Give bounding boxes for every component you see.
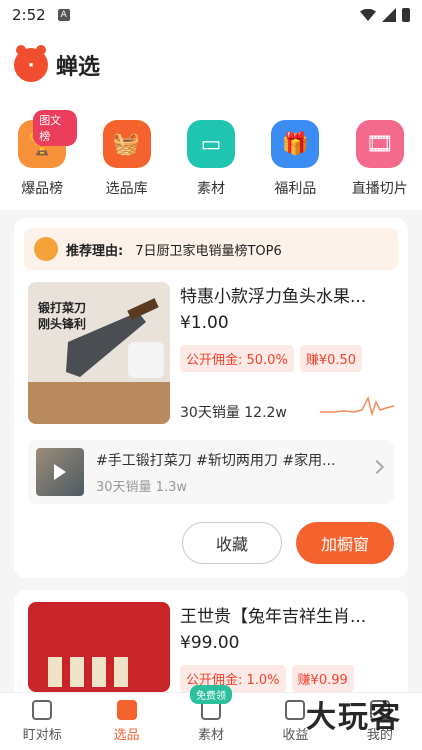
video-info: #手工锻打菜刀 #斩切两用刀 #家用... 30天销量 1.3w: [96, 450, 335, 495]
earn-tag: 赚¥0.50: [299, 345, 363, 372]
free-badge: 免费领: [190, 685, 233, 704]
video-material-row[interactable]: #手工锻打菜刀 #斩切两用刀 #家用... 30天销量 1.3w: [28, 440, 394, 504]
product-price: ¥99.00: [180, 633, 240, 653]
play-icon: [54, 464, 66, 480]
nav-label: 收益: [282, 728, 309, 743]
chevron-right-icon: [369, 459, 385, 475]
earn-tag: 赚¥0.99: [291, 665, 354, 692]
status-icons: [360, 8, 410, 22]
nav-label: 素材: [198, 728, 225, 743]
category-label: 直播切片: [351, 181, 408, 197]
video-thumbnail: [36, 448, 84, 496]
category-badge: 图文榜: [33, 110, 78, 146]
add-to-showcase-button[interactable]: 加橱窗: [296, 522, 394, 564]
reason-key: 推荐理由:: [66, 243, 124, 259]
select-icon: [116, 700, 137, 720]
nav-benchmark[interactable]: 盯对标: [0, 693, 84, 750]
category-product-library[interactable]: 🧺 选品库: [92, 120, 162, 198]
app-name: 蝉选: [56, 55, 101, 80]
category-label: 爆品榜: [21, 181, 64, 197]
category-hot-list[interactable]: 🏆 图文榜 爆品榜: [7, 110, 78, 198]
app-logo-icon: ·: [14, 45, 48, 82]
product-main[interactable]: 王世贵【兔年吉祥生肖... ¥99.00 公开佣金: 1.0% 赚¥0.99: [28, 602, 394, 692]
nav-select[interactable]: 选品: [84, 693, 168, 750]
film-icon: 🎞: [355, 120, 404, 168]
recommend-reason: 推荐理由: 7日厨卫家电销量榜TOP6: [24, 228, 398, 270]
product-price: ¥1.00: [180, 313, 229, 333]
category-label: 福利品: [274, 181, 317, 197]
category-label: 素材: [196, 181, 225, 197]
product-tags: 公开佣金: 50.0% 赚¥0.50: [180, 345, 394, 372]
battery-icon: [402, 8, 410, 22]
nav-material[interactable]: 免费领 素材: [169, 685, 253, 750]
category-material[interactable]: ▭ 素材: [176, 120, 246, 198]
product-main[interactable]: 锻打菜刀 刚头锋利 特惠小款浮力鱼头水果... ¥1.00 公开佣金: 50.0…: [28, 282, 394, 424]
status-time: 2:52: [12, 6, 46, 24]
signal-icon: [382, 8, 396, 22]
card-icon: ▭: [186, 120, 235, 168]
product-info: 王世贵【兔年吉祥生肖... ¥99.00 公开佣金: 1.0% 赚¥0.99: [180, 602, 394, 692]
commission-tag: 公开佣金: 50.0%: [180, 345, 294, 372]
reason-avatar: [34, 237, 58, 261]
nav-label: 选品: [113, 728, 140, 743]
gift-icon: 🎁: [271, 120, 320, 168]
product-image: [28, 602, 170, 692]
target-icon: [32, 700, 53, 720]
product-image: 锻打菜刀 刚头锋利: [28, 282, 170, 424]
category-live-clips[interactable]: 🎞 直播切片: [345, 120, 415, 198]
basket-icon: 🧺: [102, 120, 151, 168]
product-info: 特惠小款浮力鱼头水果... ¥1.00 公开佣金: 50.0% 赚¥0.50 3…: [180, 282, 394, 424]
category-label: 选品库: [105, 181, 148, 197]
product-image-caption: 锻打菜刀 刚头锋利: [38, 301, 87, 331]
product-title: 特惠小款浮力鱼头水果...: [180, 287, 367, 307]
category-welfare[interactable]: 🎁 福利品: [260, 120, 330, 198]
watermark: 大玩客: [306, 700, 402, 735]
nav-label: 盯对标: [22, 728, 62, 743]
app-header: · 蝉选: [0, 30, 422, 100]
video-title: #手工锻打菜刀 #斩切两用刀 #家用...: [96, 452, 336, 469]
video-sales: 30天销量 1.3w: [96, 479, 187, 495]
product-title: 王世贵【兔年吉祥生肖...: [180, 607, 367, 627]
sales-30d: 30天销量 12.2w: [180, 405, 287, 421]
sim-icon: A: [57, 9, 70, 21]
category-bar: 🏆 图文榜 爆品榜 🧺 选品库 ▭ 素材 🎁 福利品 🎞 直播切片: [0, 100, 422, 210]
income-icon: [285, 700, 306, 720]
wifi-icon: [360, 9, 376, 21]
reason-text: 7日厨卫家电销量榜TOP6: [135, 243, 282, 259]
product-card: 推荐理由: 7日厨卫家电销量榜TOP6 锻打菜刀 刚头锋利 特惠小款浮力鱼头水果…: [14, 218, 408, 578]
favorite-button[interactable]: 收藏: [182, 522, 282, 564]
sales-trend-sparkline: [320, 395, 394, 417]
status-bar: 2:52 A: [0, 0, 422, 30]
